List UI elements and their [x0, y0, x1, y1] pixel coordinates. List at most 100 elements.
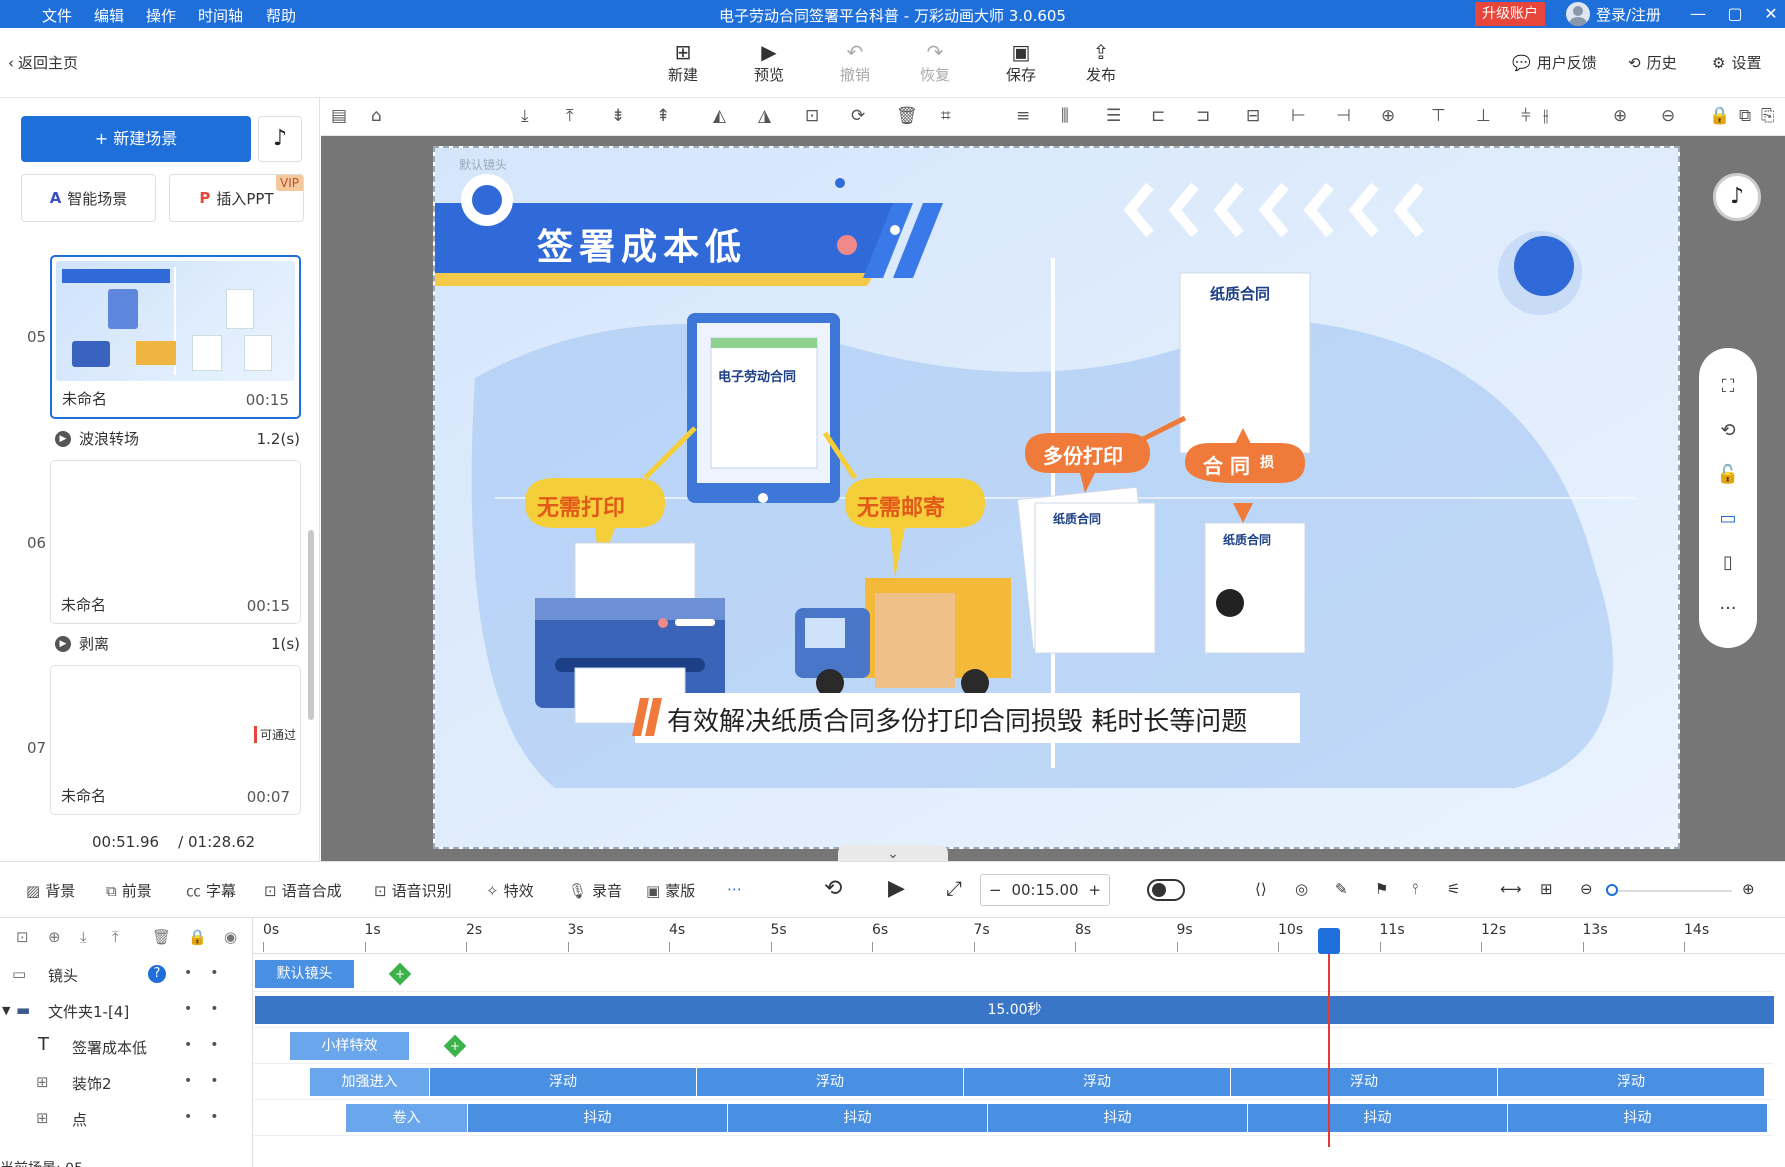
delete-icon[interactable]: 🗑	[152, 928, 171, 946]
tts-button[interactable]: ⊡ 语音合成	[264, 880, 342, 901]
rotate-screen-icon[interactable]: ⟲	[1699, 420, 1757, 441]
add-keyframe-icon[interactable]: +	[443, 1034, 467, 1058]
lock-icon[interactable]: ⊡	[805, 106, 819, 126]
menu-operation[interactable]: 操作	[146, 5, 176, 26]
dot-shake-clip[interactable]: 抖动	[1508, 1104, 1768, 1132]
replay-icon[interactable]: ⟲	[824, 876, 842, 901]
caption-button[interactable]: ㏄字幕	[186, 880, 236, 901]
banner-title[interactable]: 签署成本低	[537, 218, 747, 270]
preview-button[interactable]: ▶ 预览	[739, 40, 799, 85]
dot-shake-clip[interactable]: 抖动	[728, 1104, 988, 1132]
add-folder-icon[interactable]: ⊡	[16, 928, 29, 946]
scene-card-07[interactable]: 可通过 未命名 00:07	[50, 665, 301, 815]
dot-shake-clip[interactable]: 抖动	[468, 1104, 728, 1132]
move-up-icon[interactable]: ⤒	[112, 928, 119, 946]
same-height-icon[interactable]: ⊣	[1336, 106, 1351, 126]
zoom-out-icon[interactable]: ⊖	[1580, 880, 1593, 898]
undo-button[interactable]: ↶ 撤销	[825, 40, 885, 85]
track-dots[interactable]: ••	[184, 1073, 237, 1089]
transition-row[interactable]: ▶ 波浪转场 1.2(s)	[55, 428, 300, 449]
feedback-button[interactable]: 💬 用户反馈	[1512, 52, 1597, 73]
track-folder[interactable]: ▼ ▬ 文件夹1-[4] ••	[0, 992, 253, 1028]
delete-icon[interactable]: 🗑	[896, 106, 918, 126]
code-icon[interactable]: ⟨⟩	[1255, 880, 1267, 898]
home-icon[interactable]: ⌂	[371, 106, 382, 126]
crop-icon[interactable]: ⌗	[941, 106, 951, 126]
menu-help[interactable]: 帮助	[266, 5, 296, 26]
move-down-icon[interactable]: ⤓	[80, 928, 87, 946]
middle-icon[interactable]: ⫩	[1521, 106, 1531, 126]
lock-icon[interactable]: 🔒	[188, 928, 207, 946]
stage-music-button[interactable]: ♪	[1713, 173, 1761, 221]
minus-icon[interactable]: −	[989, 881, 1002, 899]
maximize-button[interactable]: ▢	[1722, 2, 1748, 26]
edit-icon[interactable]: ✎	[1335, 880, 1348, 898]
ruler-icon[interactable]: ▤	[331, 106, 347, 126]
ratio-icon[interactable]: ⊞	[1540, 880, 1553, 898]
deco-float-clip[interactable]: 浮动	[964, 1068, 1231, 1096]
move-up-icon[interactable]: ⇞	[656, 106, 670, 126]
save-button[interactable]: ▣ 保存	[991, 40, 1051, 85]
duration-stepper[interactable]: − 00:15.00 +	[980, 874, 1110, 906]
zoom-in-icon[interactable]: ⊕	[1613, 106, 1627, 126]
distribute-h-icon[interactable]: ⫼	[1061, 106, 1069, 126]
track-deco[interactable]: ⊞ 装饰2 ••	[0, 1064, 253, 1100]
toggle-switch[interactable]	[1147, 879, 1185, 901]
settings-button[interactable]: ⚙ 设置	[1712, 52, 1761, 73]
flip-vertical-icon[interactable]: ◮	[758, 106, 771, 126]
deco-float-clip[interactable]: 浮动	[1231, 1068, 1498, 1096]
effects-button[interactable]: ✧ 特效	[486, 880, 534, 901]
back-home-button[interactable]: ‹ 返回主页	[8, 52, 78, 73]
copy-icon[interactable]: ⧉	[1739, 106, 1751, 126]
track-dots[interactable]: ••	[184, 1037, 237, 1053]
spacing-icon[interactable]: ⫲	[1543, 106, 1549, 126]
zoom-out-icon[interactable]: ⊖	[1661, 106, 1675, 126]
text-effect-clip[interactable]: 小样特效	[290, 1032, 410, 1060]
deco-float-clip[interactable]: 浮动	[430, 1068, 697, 1096]
scene-card-05[interactable]: 未命名 00:15	[50, 255, 301, 419]
subtitle-text[interactable]: 有效解决纸质合同多份打印合同损毁 耗时长等问题	[667, 701, 1247, 738]
history-button[interactable]: ⟲ 历史	[1628, 52, 1677, 73]
fullscreen-icon[interactable]: ⤢	[946, 876, 962, 900]
align-bottom-icon[interactable]: ⤓	[521, 106, 529, 126]
more-icon[interactable]: ···	[1699, 598, 1757, 619]
lock-closed-icon[interactable]: 🔒	[1709, 106, 1730, 126]
bubble-no-mail[interactable]: 无需邮寄	[857, 490, 945, 522]
login-button[interactable]: 登录/注册	[1566, 2, 1661, 26]
zoom-slider[interactable]	[1612, 890, 1732, 892]
sign-icon[interactable]: ⚑	[1375, 880, 1388, 898]
folder-clip[interactable]: 15.00秒	[255, 996, 1775, 1024]
transition-row[interactable]: ▶ 剥离 1(s)	[55, 633, 300, 654]
background-button[interactable]: ▨ 背景	[26, 880, 75, 901]
mask-button[interactable]: ▣ 蒙版	[646, 880, 695, 901]
new-scene-button[interactable]: + 新建场景	[21, 116, 251, 162]
distribute-v-icon[interactable]: ☰	[1106, 106, 1121, 126]
duration-value[interactable]: 00:15.00	[1011, 881, 1078, 899]
align-left-icon[interactable]: ⊏	[1151, 106, 1165, 126]
plus-icon[interactable]: +	[1088, 881, 1101, 899]
menu-file[interactable]: 文件	[42, 5, 72, 26]
play-icon[interactable]: ▶	[888, 876, 905, 901]
upgrade-account-button[interactable]: 升级账户	[1475, 2, 1545, 26]
help-icon[interactable]: ?	[148, 965, 166, 983]
flip-horizontal-icon[interactable]: ◭	[713, 106, 726, 126]
track-dots[interactable]: ••	[184, 1109, 237, 1125]
track-dots[interactable]: ••	[184, 965, 237, 981]
new-button[interactable]: ⊞ 新建	[653, 40, 713, 85]
align-middle-icon[interactable]: ⊟	[1246, 106, 1260, 126]
publish-button[interactable]: ⇪ 发布	[1071, 40, 1131, 85]
insert-ppt-button[interactable]: P 插入PPT VIP	[169, 174, 304, 222]
fit-screen-icon[interactable]: ⛶	[1699, 376, 1757, 397]
move-down-icon[interactable]: ⇟	[611, 106, 625, 126]
smart-scene-button[interactable]: A 智能场景	[21, 174, 156, 222]
record-button[interactable]: 🎙 录音	[568, 880, 622, 901]
menu-timeline[interactable]: 时间轴	[198, 5, 243, 26]
filter-icon[interactable]: ⫯	[1412, 880, 1419, 898]
scene-scrollbar[interactable]	[308, 530, 314, 720]
music-button[interactable]: ♪	[258, 116, 302, 162]
redo-button[interactable]: ↷ 恢复	[905, 40, 965, 85]
lock-icon[interactable]: 🔓	[1699, 464, 1757, 485]
center-icon[interactable]: ⊕	[1381, 106, 1395, 126]
paper-contract-title-2[interactable]: 纸质合同	[1053, 510, 1101, 527]
align-top-icon[interactable]: ⤒	[566, 106, 574, 126]
